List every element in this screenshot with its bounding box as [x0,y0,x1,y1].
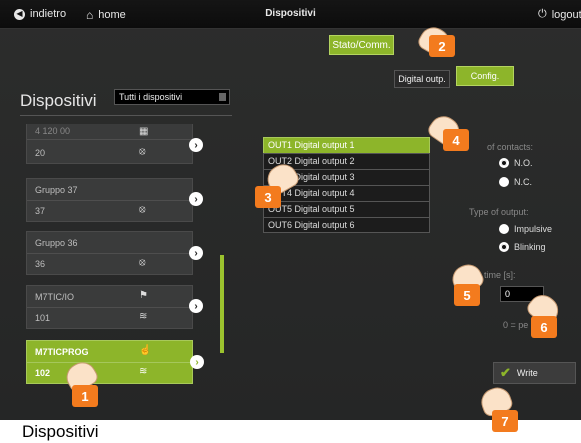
radio-selected-icon [499,158,509,168]
caption-text: Dispositivi [22,422,99,441]
step-badge: 5 [454,284,480,306]
time-label: time [s]: [484,270,516,280]
device-id: 37 [35,206,46,216]
device-item-selected[interactable]: M7TICPROG 102 ☝ ≋ [26,340,193,384]
device-id: 102 [35,368,51,378]
device-name: Gruppo 36 [35,238,78,248]
open-device-button[interactable]: › [189,192,203,206]
list-item[interactable]: OUT1 Digital output 1 [263,137,430,153]
open-device-button[interactable]: › [189,246,203,260]
radio-label: Blinking [514,242,546,252]
divider [27,139,192,140]
divider [20,115,232,116]
no-signal-icon: ⦻ [139,257,146,268]
divider [27,362,192,363]
list-item[interactable]: OUT5 Digital output 5 [263,201,430,217]
device-item[interactable]: Gruppo 36 36 ⦻ [26,231,193,275]
radio-no[interactable]: N.O. [499,158,533,168]
stato-comm-button[interactable]: Stato/Comm. [329,35,394,55]
logout-button[interactable]: ⏻ logout [538,8,581,21]
write-button[interactable]: ✔ Write [493,362,576,384]
device-id: 101 [35,313,51,323]
radio-selected-icon [499,242,509,252]
scrollbar[interactable] [220,255,224,353]
config-tab[interactable]: Config. [456,66,514,86]
no-signal-icon: ⦻ [139,146,146,157]
radio-label: N.O. [514,158,533,168]
device-item[interactable]: Gruppo 37 37 ⦻ [26,178,193,222]
list-item[interactable]: OUT6 Digital output 6 [263,217,430,233]
device-name: M7TIC/IO [35,292,75,302]
panel-title: Dispositivi [20,91,97,110]
device-name: M7TICPROG [35,347,89,357]
radio-label: N.C. [514,177,532,187]
grid-icon: ▦ [139,126,149,137]
device-item[interactable]: 4 120 00 20 ▦ ⦻ [26,124,193,164]
hand-icon: ☝ [139,345,152,356]
filter-value: Tutti i dispositivi [119,92,183,102]
output-type-label: Type of output: [469,207,529,217]
time-hint: 0 = pe [503,320,529,330]
radio-icon [499,177,509,187]
device-item[interactable]: M7TIC/IO 101 ⚑ ≋ [26,285,193,329]
device-name: 4 120 00 [35,126,71,136]
device-id: 20 [35,148,46,158]
traffic-light-icon: ⚑ [139,290,148,301]
app-window: ◀ indietro ⌂ home Dispositivi ⏻ logout S… [0,0,581,420]
divider [27,253,192,254]
device-filter-select[interactable]: Tutti i dispositivi [114,89,230,105]
divider [27,200,192,201]
radio-nc[interactable]: N.C. [499,177,532,187]
no-signal-icon: ⦻ [139,204,146,215]
open-device-button[interactable]: › [189,138,203,152]
step-badge: 4 [443,129,469,151]
radio-icon [499,224,509,234]
check-icon: ✔ [500,365,511,380]
device-name: Gruppo 37 [35,185,78,195]
contacts-label: of contacts: [487,142,534,152]
open-device-button[interactable]: › [189,299,203,313]
page-title: Dispositivi [265,8,316,19]
logout-label: logout [551,8,581,21]
device-id: 36 [35,259,46,269]
step-badge: 3 [255,186,281,208]
radio-impulsive[interactable]: Impulsive [499,224,552,234]
divider [27,307,192,308]
open-device-button[interactable]: › [190,355,204,369]
step-badge: 2 [429,35,455,57]
write-label: Write [516,368,538,378]
top-bar: ◀ indietro ⌂ home Dispositivi ⏻ logout [0,0,581,29]
radio-label: Impulsive [514,224,553,234]
power-icon: ⏻ [538,8,547,20]
step-badge: 1 [72,385,98,407]
wifi-icon: ≋ [139,366,148,377]
step-badge: 6 [531,316,557,338]
wifi-icon: ≋ [139,311,148,322]
digital-output-tab[interactable]: Digital outp. [394,70,450,88]
step-badge: 7 [492,410,518,432]
radio-blinking[interactable]: Blinking [499,242,546,252]
dropdown-icon [219,93,226,101]
